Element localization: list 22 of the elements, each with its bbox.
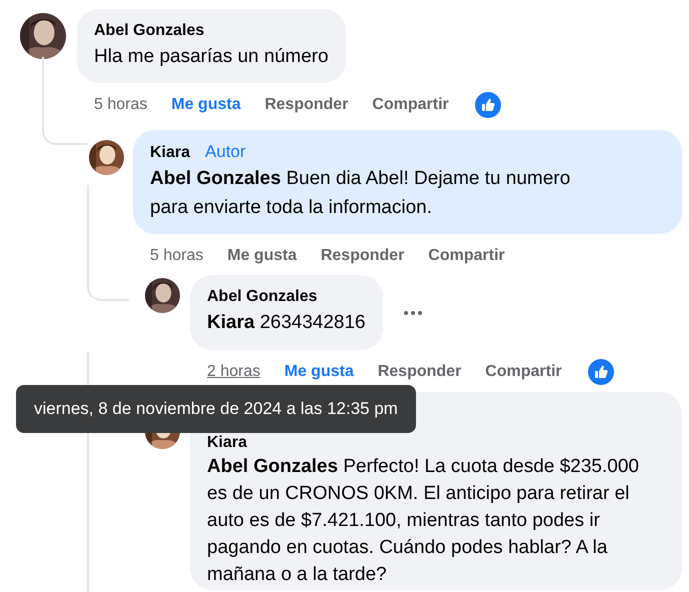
like-link[interactable]: Me gusta (171, 93, 241, 117)
timestamp-link[interactable]: 5 horas (94, 93, 148, 117)
reply-link[interactable]: Responder (264, 93, 348, 117)
author-name[interactable]: Abel Gonzales (207, 286, 318, 308)
author-name[interactable]: Abel Gonzales (94, 20, 204, 42)
like-link[interactable]: Me gusta (284, 360, 354, 384)
share-link[interactable]: Compartir (372, 93, 449, 117)
comment-text: Hla me pasarías un número (94, 45, 328, 69)
author-name[interactable]: Kiara (207, 433, 248, 453)
timestamp-link[interactable]: 2 horas (207, 360, 260, 384)
share-link[interactable]: Compartir (485, 360, 562, 384)
share-link[interactable]: Compartir (428, 244, 505, 268)
like-link[interactable]: Me gusta (227, 244, 297, 268)
comment-text: Abel Gonzales Buen dia Abel! Dejame tu numero para enviarte toda la informacion. (150, 167, 572, 220)
comment-text: Kiara 2634342816 (207, 311, 366, 335)
author-label: Autor (205, 141, 246, 163)
reply-link[interactable]: Responder (320, 244, 404, 268)
comment-text: Abel Gonzales Perfecto! La cuota desde $235.000 es de un CRONOS 0KM. El anticipo para retirar el auto es de $7.421.100, mientras tanto podes ir pagando en cuotas. Cuándo podes hablar? A la mañana o a la tarde? (207, 455, 640, 587)
date-tooltip: viernes, 8 de noviembre de 2024 a las 12:35 pm (16, 385, 416, 433)
timestamp-link[interactable]: 5 horas (150, 244, 204, 268)
author-name[interactable]: Kiara (150, 142, 190, 164)
reply-link[interactable]: Responder (378, 360, 462, 384)
